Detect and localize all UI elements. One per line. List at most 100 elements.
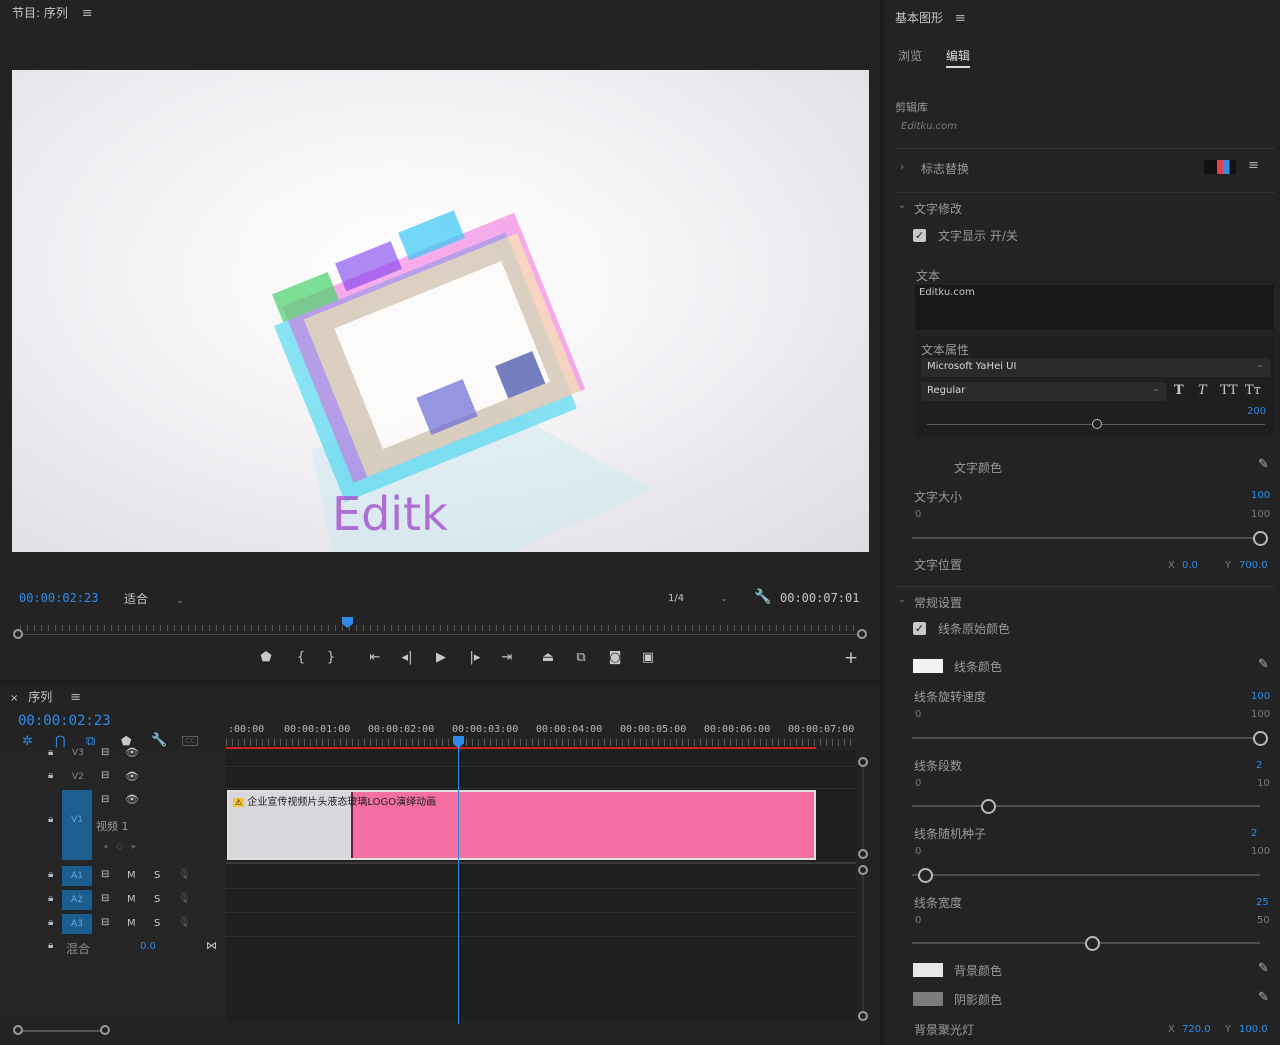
mark-out-icon[interactable]: } (320, 648, 342, 668)
lock-icon[interactable]: 🔒︎ (48, 940, 53, 951)
time-ruler[interactable]: :00:00 00:00:01:00 00:00:02:00 00:00:03:… (226, 722, 856, 750)
bold-icon[interactable]: T (1174, 383, 1184, 398)
comparison-view-icon[interactable]: ▣ (637, 648, 659, 668)
track-label-v2[interactable]: V2 (72, 772, 84, 782)
text-color-swatch[interactable] (913, 460, 943, 474)
mark-in-icon[interactable]: { (290, 648, 312, 668)
add-marker-icon[interactable]: ⬟ (255, 648, 277, 668)
logo-replace-label[interactable]: 标志替换 (921, 160, 969, 177)
linked-selection-icon[interactable]: ⧉ (86, 734, 95, 749)
v-scroll-handle[interactable] (858, 757, 868, 767)
eyedropper-icon[interactable]: ✎ (1258, 961, 1269, 976)
layer-menu-icon[interactable]: ≡ (1248, 158, 1259, 173)
chevron-down-icon[interactable]: ⌄ (898, 200, 906, 211)
zoom-scrollbar[interactable] (18, 1030, 106, 1032)
eye-icon[interactable]: 👁︎ (125, 746, 139, 759)
snap-icon[interactable]: ⋂ (55, 734, 66, 749)
mute-button[interactable]: M (127, 870, 136, 881)
scrub-start-handle[interactable] (13, 629, 23, 639)
program-title[interactable]: 节目: 序列 ≡ (12, 4, 93, 21)
fit-dropdown[interactable]: 适合 ⌄ (118, 588, 198, 606)
line-orig-color-checkbox[interactable]: ✓ (913, 622, 926, 635)
video-clip[interactable]: ⚠ 企业宣传视频片头液态玻璃LOGO演绎动画 (227, 790, 816, 860)
line-segments-slider[interactable] (912, 805, 1260, 807)
sync-lock-icon[interactable]: ⊟ (101, 747, 109, 758)
track-label-v3[interactable]: V3 (72, 748, 84, 758)
line-seed-value[interactable]: 2 (1251, 828, 1257, 839)
small-caps-icon[interactable]: Tт (1245, 383, 1261, 398)
line-speed-value[interactable]: 100 (1251, 691, 1270, 702)
graphics-title[interactable]: 基本图形 ≡ (895, 9, 966, 26)
line-seed-slider[interactable] (912, 874, 1260, 876)
monitor-scrub-bar[interactable] (18, 634, 862, 635)
track-target-a2[interactable]: A2 (62, 890, 92, 910)
line-width-value[interactable]: 25 (1256, 897, 1269, 908)
timeline-tab[interactable]: × 序列 ≡ (10, 688, 81, 705)
lift-icon[interactable]: ⏏ (537, 648, 559, 668)
microphone-icon[interactable]: 🎙︎ (178, 917, 191, 928)
timeline-timecode[interactable]: 00:00:02:23 (18, 713, 111, 729)
eyedropper-icon[interactable]: ✎ (1258, 457, 1269, 472)
lock-icon[interactable]: 🔒︎ (48, 869, 53, 880)
keyframe-nav-icons[interactable]: ◂ ◇ ▸ (103, 842, 136, 852)
panel-menu-icon[interactable]: ≡ (70, 690, 81, 705)
bg-spotlight-y[interactable]: 100.0 (1239, 1024, 1268, 1035)
step-back-icon[interactable]: ◂| (396, 648, 418, 668)
v-scroll-handle[interactable] (858, 849, 868, 859)
font-style-dropdown[interactable]: Regular ⌄ (921, 382, 1166, 401)
zoom-start-handle[interactable] (13, 1025, 23, 1035)
microphone-icon[interactable]: 🎙︎ (178, 869, 191, 880)
go-to-out-icon[interactable]: ⇥ (496, 648, 518, 668)
line-segments-value[interactable]: 2 (1256, 760, 1262, 771)
zoom-end-handle[interactable] (100, 1025, 110, 1035)
logo-thumbnail[interactable] (1204, 160, 1236, 174)
track-target-a1[interactable]: A1 (62, 866, 92, 886)
panel-menu-icon[interactable]: ≡ (955, 11, 966, 26)
sync-lock-icon[interactable]: ⊟ (101, 869, 109, 880)
resolution-dropdown[interactable]: 1/4 ⌄ (662, 588, 742, 606)
text-section-label[interactable]: 文字修改 (914, 200, 962, 217)
lock-icon[interactable]: 🔒︎ (48, 770, 53, 781)
solo-button[interactable]: S (154, 894, 160, 905)
text-size-slider[interactable] (912, 537, 1260, 539)
wrench-icon[interactable]: 🔧 (151, 733, 167, 748)
solo-button[interactable]: S (154, 918, 160, 929)
bg-spotlight-x[interactable]: 720.0 (1182, 1024, 1211, 1035)
chevron-down-icon[interactable]: ⌄ (898, 594, 906, 605)
sync-lock-icon[interactable]: ⊟ (101, 794, 109, 805)
general-section-label[interactable]: 常规设置 (914, 594, 962, 611)
shadow-color-swatch[interactable] (913, 992, 943, 1006)
v-scroll-handle[interactable] (858, 865, 868, 875)
track-target-v1[interactable]: V1 (62, 790, 92, 860)
text-position-y[interactable]: 700.0 (1239, 560, 1268, 571)
text-position-x[interactable]: 0.0 (1182, 560, 1198, 571)
export-frame-icon[interactable]: ◙ (604, 648, 626, 668)
solo-button[interactable]: S (154, 870, 160, 881)
scrub-end-handle[interactable] (857, 629, 867, 639)
eye-icon[interactable]: 👁︎ (125, 793, 139, 806)
track-target-a3[interactable]: A3 (62, 914, 92, 934)
italic-icon[interactable]: T (1198, 383, 1207, 398)
close-icon[interactable]: × (10, 693, 18, 704)
font-size-knob[interactable] (1092, 419, 1102, 429)
line-seed-knob[interactable] (918, 868, 933, 883)
text-size-knob[interactable] (1253, 531, 1268, 546)
mute-button[interactable]: M (127, 918, 136, 929)
mix-value[interactable]: 0.0 (140, 941, 156, 952)
v-scrollbar[interactable] (862, 875, 864, 1011)
play-icon[interactable]: ▶ (430, 648, 452, 668)
nest-icon[interactable]: ✲ (22, 734, 33, 749)
text-toggle-checkbox[interactable]: ✓ (913, 229, 926, 242)
v-scrollbar[interactable] (862, 767, 864, 849)
line-width-knob[interactable] (1085, 936, 1100, 951)
line-segments-knob[interactable] (981, 799, 996, 814)
font-size-value[interactable]: 200 (1247, 406, 1266, 417)
v-scroll-handle[interactable] (858, 1011, 868, 1021)
tab-edit[interactable]: 编辑 (946, 47, 971, 68)
all-caps-icon[interactable]: TT (1220, 383, 1238, 398)
eyedropper-icon[interactable]: ✎ (1258, 990, 1269, 1005)
tab-browse[interactable]: 浏览 (898, 47, 922, 64)
eyedropper-icon[interactable]: ✎ (1258, 657, 1269, 672)
chevron-right-icon[interactable]: › (900, 160, 904, 173)
lock-icon[interactable]: 🔒︎ (48, 747, 53, 758)
